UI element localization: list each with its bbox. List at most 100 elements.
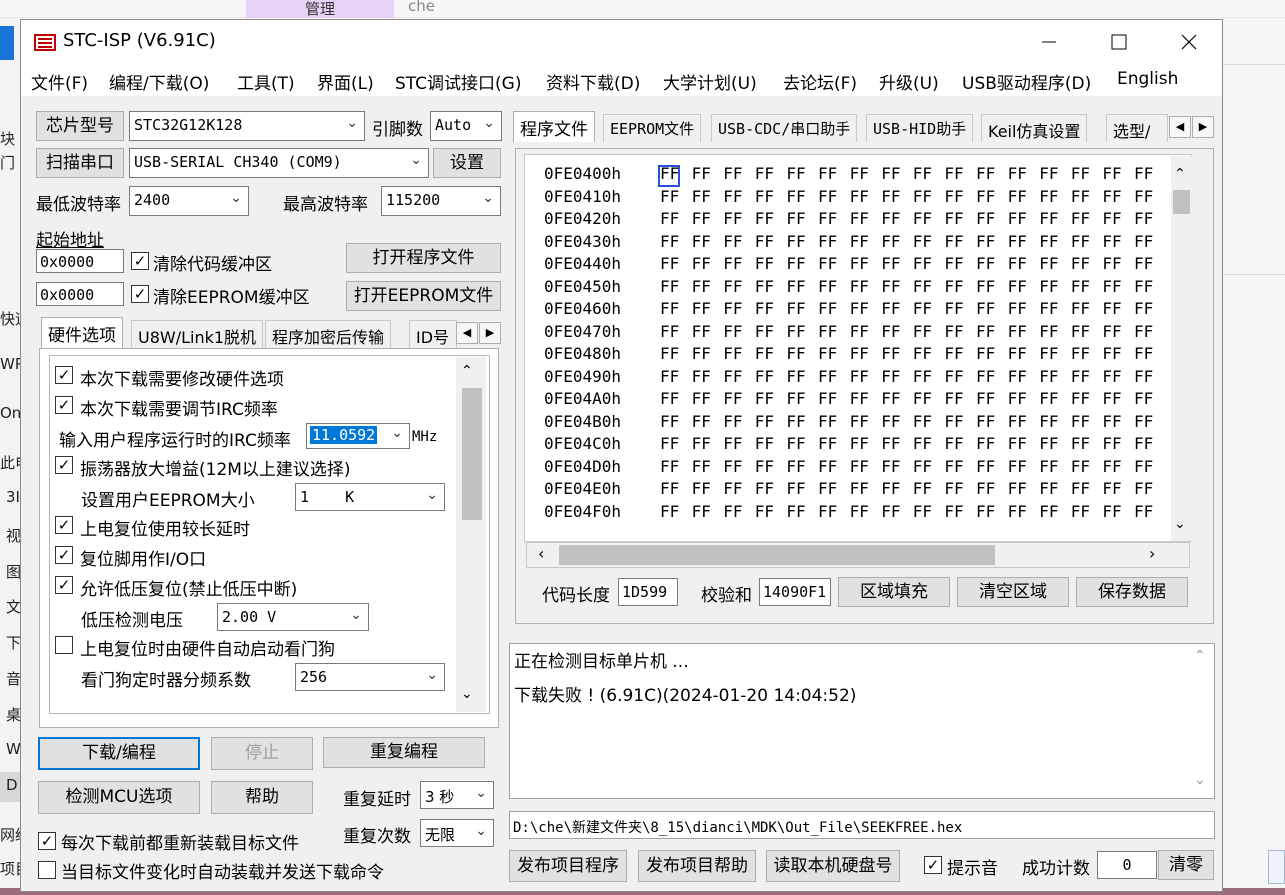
reset-pin-io-checkbox[interactable]: ✓ — [55, 546, 73, 564]
hex-byte[interactable]: FF — [1071, 412, 1090, 431]
hex-byte[interactable]: FF — [1102, 434, 1121, 453]
hex-byte[interactable]: FF — [913, 457, 932, 476]
hex-byte[interactable]: FF — [1039, 322, 1058, 341]
hex-byte[interactable]: FF — [692, 367, 711, 386]
hex-byte[interactable]: FF — [913, 434, 932, 453]
tab-selection[interactable]: 选型/ — [1106, 114, 1168, 142]
download-program-button[interactable]: 下载/编程 — [38, 737, 200, 770]
hex-byte[interactable]: FF — [660, 502, 679, 521]
hex-byte[interactable]: FF — [1008, 412, 1027, 431]
hex-byte[interactable]: FF — [818, 457, 837, 476]
publish-help-button[interactable]: 发布项目帮助 — [638, 850, 756, 882]
hex-byte[interactable]: FF — [818, 367, 837, 386]
tab-scroll-left-icon[interactable]: ◀ — [1169, 116, 1191, 138]
menu-usb-driver[interactable]: USB驱动程序(D) — [962, 69, 1091, 94]
hex-byte[interactable]: FF — [1102, 344, 1121, 363]
fill-region-button[interactable]: 区域填充 — [838, 577, 950, 607]
hex-byte[interactable]: FF — [976, 412, 995, 431]
hex-byte[interactable]: FF — [723, 434, 742, 453]
menu-forum[interactable]: 去论坛(F) — [783, 69, 857, 94]
hex-byte[interactable]: FF — [692, 254, 711, 273]
hex-byte[interactable]: FF — [818, 187, 837, 206]
scroll-right-icon[interactable]: › — [1149, 544, 1155, 563]
hex-byte[interactable]: FF — [755, 322, 774, 341]
hex-byte[interactable]: FF — [1008, 232, 1027, 251]
hex-byte[interactable]: FF — [786, 457, 805, 476]
hex-byte[interactable]: FF — [1039, 479, 1058, 498]
hex-byte[interactable]: FF — [786, 164, 805, 183]
hex-byte[interactable]: FF — [660, 299, 679, 318]
hex-row[interactable]: 0FE0480h FF FF FF FF FF FF FF FF FF FF FF FF FF FF FF FF — [524, 344, 1174, 366]
check-mcu-options-button[interactable]: 检测MCU选项 — [38, 781, 200, 814]
hex-byte[interactable]: FF — [1008, 479, 1027, 498]
hex-byte[interactable]: FF — [881, 277, 900, 296]
hex-row[interactable]: 0FE04A0h FF FF FF FF FF FF FF FF FF FF FF FF FF FF FF FF — [524, 389, 1174, 411]
save-data-button[interactable]: 保存数据 — [1076, 577, 1188, 607]
settings-button[interactable]: 设置 — [433, 148, 501, 178]
hex-byte[interactable]: FF — [723, 479, 742, 498]
hex-byte[interactable]: FF — [913, 412, 932, 431]
eeprom-address-input[interactable]: 0x0000 — [36, 282, 124, 306]
hex-byte[interactable]: FF — [850, 164, 869, 183]
hex-byte[interactable]: FF — [692, 299, 711, 318]
hex-byte[interactable]: FF — [1102, 479, 1121, 498]
hex-byte[interactable]: FF — [660, 389, 679, 408]
auto-watchdog-checkbox[interactable] — [55, 636, 73, 654]
hex-byte[interactable]: FF — [755, 187, 774, 206]
hex-byte[interactable]: FF — [944, 434, 963, 453]
tab-scroll-left-icon[interactable]: ◀ — [456, 322, 478, 344]
open-program-button[interactable]: 打开程序文件 — [346, 243, 501, 273]
hex-byte[interactable]: FF — [692, 187, 711, 206]
tab-usb-hid[interactable]: USB-HID助手 — [866, 114, 974, 142]
repeat-delay-select[interactable]: 3 秒 ⌄ — [420, 781, 494, 809]
tab-program-file[interactable]: 程序文件 — [513, 111, 595, 142]
hex-byte[interactable]: FF — [1102, 457, 1121, 476]
hex-byte[interactable]: FF — [850, 479, 869, 498]
hex-byte[interactable]: FF — [913, 254, 932, 273]
hex-byte[interactable]: FF — [850, 232, 869, 251]
adjust-irc-checkbox[interactable]: ✓ — [55, 396, 73, 414]
hex-byte[interactable]: FF — [850, 254, 869, 273]
hex-byte[interactable]: FF — [944, 209, 963, 228]
hex-byte[interactable]: FF — [976, 164, 995, 183]
hex-byte[interactable]: FF — [1134, 502, 1153, 521]
hex-byte[interactable]: FF — [1134, 277, 1153, 296]
hex-byte[interactable]: FF — [1039, 367, 1058, 386]
hex-byte[interactable]: FF — [944, 164, 963, 183]
hex-byte[interactable]: FF — [1134, 389, 1153, 408]
hex-byte[interactable]: FF — [850, 502, 869, 521]
hex-byte[interactable]: FF — [850, 209, 869, 228]
hex-byte[interactable]: FF — [786, 502, 805, 521]
low-voltage-reset-checkbox[interactable]: ✓ — [55, 576, 73, 594]
hex-byte[interactable]: FF — [881, 434, 900, 453]
hex-byte[interactable]: FF — [1134, 412, 1153, 431]
hex-byte[interactable]: FF — [944, 344, 963, 363]
eeprom-size-select[interactable]: 1 K ⌄ — [295, 483, 445, 511]
menu-upgrade[interactable]: 升级(U) — [879, 69, 939, 94]
hex-byte[interactable]: FF — [692, 479, 711, 498]
hex-byte[interactable]: FF — [913, 389, 932, 408]
hex-byte[interactable]: FF — [818, 209, 837, 228]
maximize-button[interactable] — [1094, 24, 1144, 60]
hex-byte[interactable]: FF — [1008, 277, 1027, 296]
close-button[interactable] — [1164, 24, 1214, 60]
hex-byte[interactable]: FF — [976, 277, 995, 296]
scroll-down-icon[interactable]: ⌄ — [1174, 516, 1186, 532]
hex-byte[interactable]: FF — [1134, 367, 1153, 386]
hex-byte[interactable]: FF — [976, 209, 995, 228]
hex-byte[interactable]: FF — [786, 479, 805, 498]
tab-u8w-offline[interactable]: U8W/Link1脱机 — [131, 320, 264, 348]
hex-byte[interactable]: FF — [944, 502, 963, 521]
reload-target-checkbox[interactable]: ✓ — [38, 832, 56, 850]
hex-byte[interactable]: FF — [881, 502, 900, 521]
hex-byte[interactable]: FF — [660, 412, 679, 431]
hex-byte[interactable]: FF — [850, 277, 869, 296]
hex-byte[interactable]: FF — [1071, 299, 1090, 318]
hex-row[interactable]: 0FE0490h FF FF FF FF FF FF FF FF FF FF FF FF FF FF FF FF — [524, 367, 1174, 389]
menu-program-download[interactable]: 编程/下载(O) — [109, 69, 209, 94]
hex-byte[interactable]: FF — [755, 209, 774, 228]
hex-byte[interactable]: FF — [723, 187, 742, 206]
hex-byte[interactable]: FF — [1134, 254, 1153, 273]
tab-scroll-right-icon[interactable]: ▶ — [479, 322, 501, 344]
hex-byte[interactable]: FF — [660, 209, 679, 228]
